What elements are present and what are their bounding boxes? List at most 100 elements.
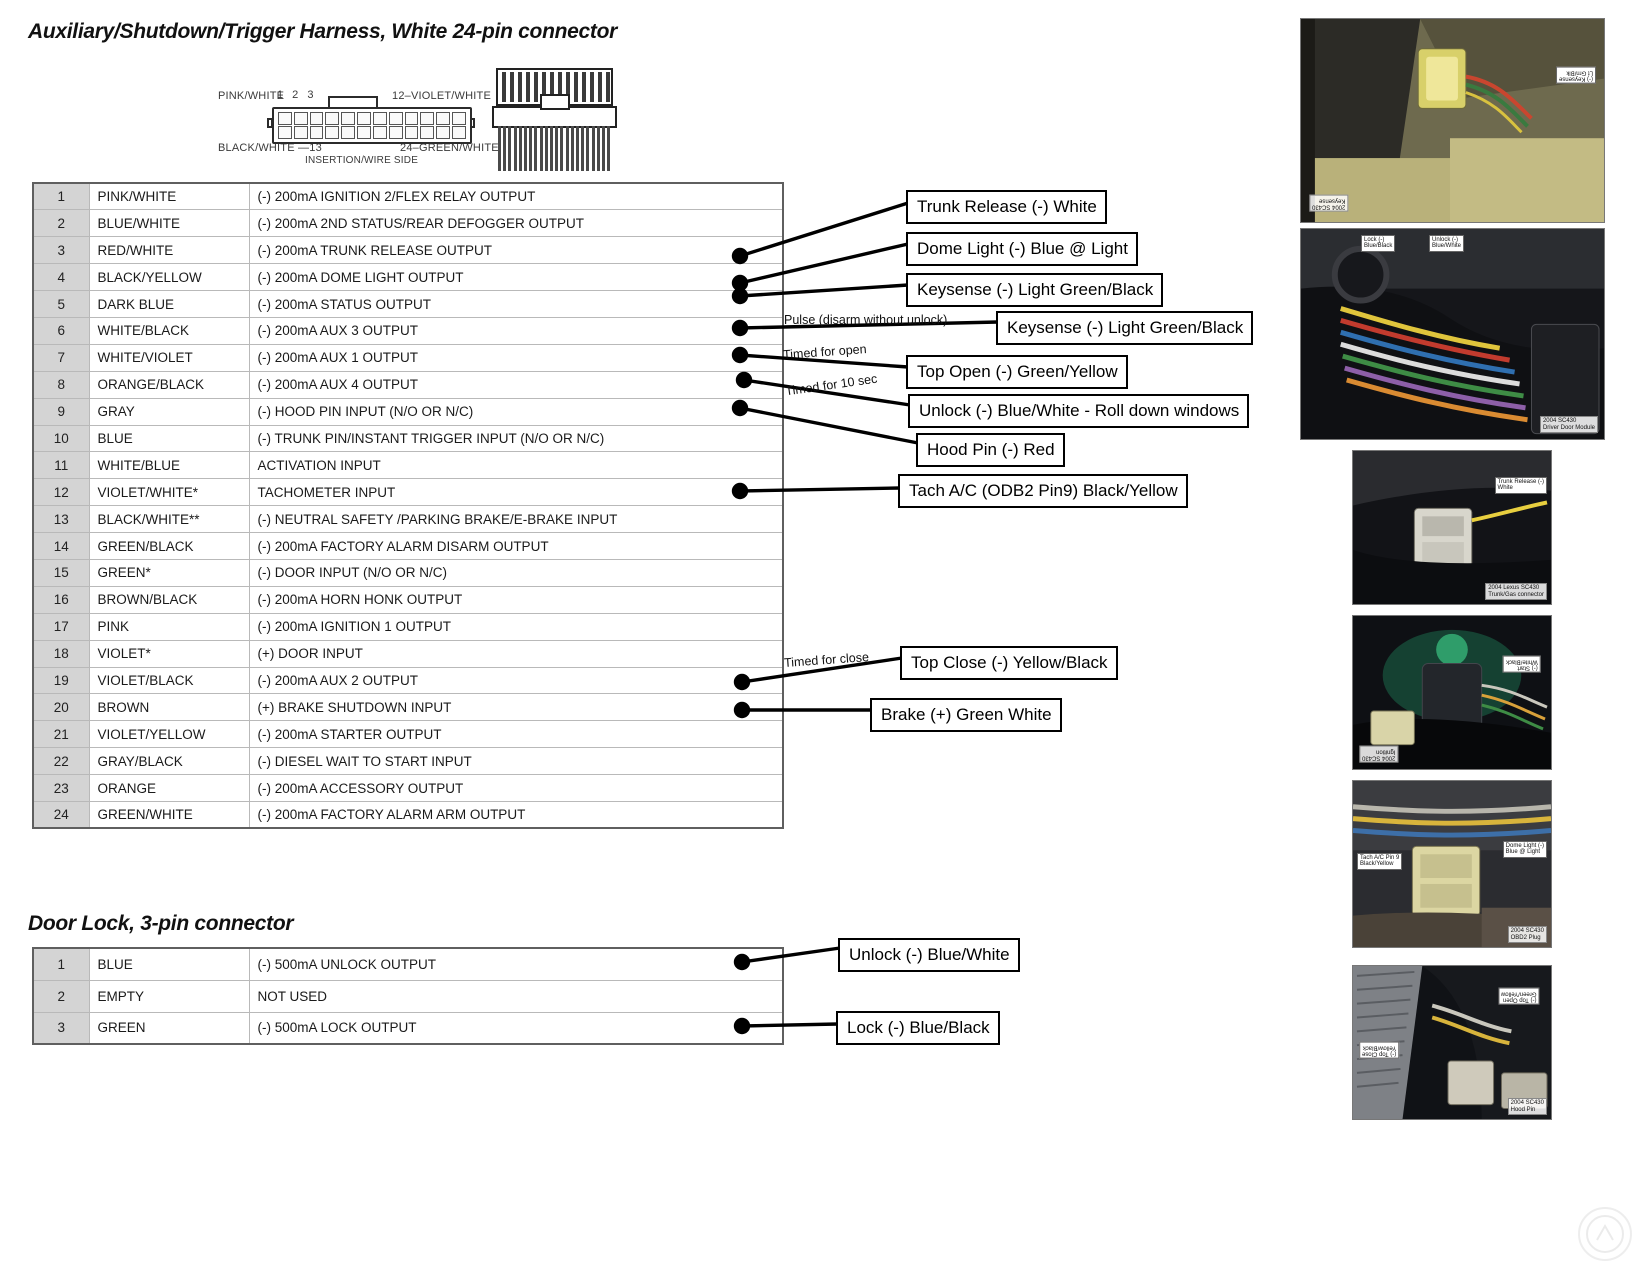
door-table-wire-color: GREEN bbox=[88, 1011, 250, 1045]
door-wire-table: 1 BLUE (-) 500mA UNLOCK OUTPUT 2 EMPTY NOT US… bbox=[32, 947, 784, 1045]
aux-table-wire-color: GREEN/BLACK bbox=[88, 532, 250, 560]
callout-unlock-roll-down: Unlock (-) Blue/White - Roll down window… bbox=[908, 394, 1250, 428]
photo-trunk-caption: 2004 Lexus SC430 Trunk/Gas connector bbox=[1485, 583, 1547, 600]
connector-pinout-diagram: PINK/WHITE 1 2 3 12–VIOLET/WHITE BLACK/W… bbox=[200, 60, 620, 173]
aux-table-description: (-) 200mA ACCESSORY OUTPUT bbox=[248, 774, 784, 802]
aux-table-description: (-) 200mA FACTORY ALARM ARM OUTPUT bbox=[248, 800, 784, 829]
aux-table-row: 13 BLACK/WHITE** (-) NEUTRAL SAFETY /PARKI… bbox=[32, 505, 784, 534]
aux-table-wire-color: ORANGE bbox=[88, 774, 250, 802]
connector-pin-cell bbox=[325, 112, 340, 125]
connector-pin-cell bbox=[325, 126, 340, 139]
photo-keysense-caption: 2004 SC430 Keysense bbox=[1309, 195, 1349, 212]
connector-side-wires bbox=[496, 126, 613, 173]
aux-table-wire-color: BROWN/BLACK bbox=[88, 585, 250, 614]
connector-pin-cell bbox=[420, 112, 435, 125]
aux-table-row: 17 PINK (-) 200mA IGNITION 1 OUTPUT bbox=[32, 612, 784, 641]
door-table-row: 2 EMPTY NOT USED bbox=[32, 979, 784, 1013]
aux-table-row: 11 WHITE/BLUE ACTIVATION INPUT bbox=[32, 451, 784, 480]
connector-housing bbox=[272, 107, 472, 144]
aux-table-wire-color: RED/WHITE bbox=[88, 236, 250, 265]
photo-trunk-image bbox=[1353, 451, 1551, 604]
photo-door-module-tag-lock: Lock (-) Blue/Black bbox=[1361, 235, 1396, 252]
door-table-row: 3 GREEN (-) 500mA LOCK OUTPUT bbox=[32, 1011, 784, 1045]
photo-ignition-tag: (-) Start White/Black bbox=[1503, 656, 1541, 673]
callout-brake: Brake (+) Green White bbox=[870, 698, 1062, 732]
door-table-wire-color: BLUE bbox=[88, 947, 250, 981]
aux-table-description: (-) 200mA AUX 3 OUTPUT bbox=[248, 316, 784, 345]
aux-table-pin-number: 18 bbox=[32, 639, 90, 668]
aux-table-wire-color: DARK BLUE bbox=[88, 290, 250, 318]
connector-pin-cell bbox=[309, 126, 324, 139]
callout-lock: Lock (-) Blue/Black bbox=[836, 1011, 1000, 1045]
callout-tach: Tach A/C (ODB2 Pin9) Black/Yellow bbox=[898, 474, 1188, 508]
aux-table-wire-color: PINK/WHITE bbox=[88, 182, 250, 211]
aux-table-description: (-) 200mA AUX 4 OUTPUT bbox=[248, 370, 784, 399]
aux-table-pin-number: 14 bbox=[32, 532, 90, 560]
photo-obd2-tag-tach: Tach A/C Pin 9 Black/Yellow bbox=[1357, 853, 1403, 870]
aux-wire-table: 1 PINK/WHITE (-) 200mA IGNITION 2/FLEX REL… bbox=[32, 182, 784, 830]
wiring-diagram-page: Auxiliary/Shutdown/Trigger Harness, Whit… bbox=[0, 0, 1650, 1275]
aux-table-pin-number: 2 bbox=[32, 209, 90, 238]
photo-keysense: (-) Keysense Lt Grn/Blk 2004 SC430 Keyse… bbox=[1300, 18, 1605, 223]
connector-caption: INSERTION/WIRE SIDE bbox=[305, 155, 419, 166]
photo-obd2-caption: 2004 SC430 OBD2 Plug bbox=[1507, 926, 1547, 943]
aux-table-pin-number: 22 bbox=[32, 747, 90, 776]
door-table-wire-color: EMPTY bbox=[88, 979, 250, 1013]
connector-pin-row-top bbox=[278, 112, 466, 125]
photo-trunk: Trunk Release (-) White 2004 Lexus SC430… bbox=[1352, 450, 1552, 605]
aux-table-row: 19 VIOLET/BLACK (-) 200mA AUX 2 OUTPUT bbox=[32, 666, 784, 695]
aux-table-row: 9 GRAY (-) HOOD PIN INPUT (N/O OR N/C) bbox=[32, 397, 784, 426]
aux-table-pin-number: 13 bbox=[32, 505, 90, 534]
aux-table-wire-color: GRAY bbox=[88, 397, 250, 426]
aux-table-wire-color: VIOLET/WHITE* bbox=[88, 478, 250, 507]
callout-hood-pin: Hood Pin (-) Red bbox=[916, 433, 1065, 467]
connector-pin-cell bbox=[293, 112, 308, 125]
aux-table-wire-color: VIOLET* bbox=[88, 639, 250, 668]
aux-table-description: (-) 200mA DOME LIGHT OUTPUT bbox=[248, 263, 784, 292]
connector-pin-cell bbox=[372, 112, 387, 125]
leader-note-timed-open: Timed for open bbox=[782, 342, 867, 362]
photo-ignition-caption: 2004 SC430 Ignition bbox=[1359, 746, 1399, 763]
callout-top-close: Top Close (-) Yellow/Black bbox=[900, 646, 1118, 680]
connector-pin-cell bbox=[436, 126, 451, 139]
connector-pin-cell bbox=[341, 126, 356, 139]
aux-table-pin-number: 7 bbox=[32, 343, 90, 372]
aux-table-description: (+) BRAKE SHUTDOWN INPUT bbox=[248, 693, 784, 722]
aux-table-pin-number: 10 bbox=[32, 424, 90, 453]
callout-keysense-2: Keysense (-) Light Green/Black bbox=[996, 311, 1254, 345]
aux-table-row: 23 ORANGE (-) 200mA ACCESSORY OUTPUT bbox=[32, 774, 784, 802]
connector-pin-cell bbox=[388, 126, 403, 139]
door-table-row: 1 BLUE (-) 500mA UNLOCK OUTPUT bbox=[32, 947, 784, 981]
aux-table-wire-color: BLACK/YELLOW bbox=[88, 263, 250, 292]
aux-table-wire-color: BLUE/WHITE bbox=[88, 209, 250, 238]
aux-table-description: (-) 200mA AUX 2 OUTPUT bbox=[248, 666, 784, 695]
aux-table-description: (-) 200mA HORN HONK OUTPUT bbox=[248, 585, 784, 614]
connector-pin12-number: 12 bbox=[392, 90, 405, 102]
aux-table-wire-color: WHITE/VIOLET bbox=[88, 343, 250, 372]
aux-table-row: 14 GREEN/BLACK (-) 200mA FACTORY ALARM DIS… bbox=[32, 532, 784, 560]
photo-obd2: Tach A/C Pin 9 Black/Yellow Dome Light (… bbox=[1352, 780, 1552, 948]
connector-pin-cell bbox=[388, 112, 403, 125]
connector-pin-cell bbox=[404, 112, 419, 125]
door-table-description: (-) 500mA LOCK OUTPUT bbox=[248, 1011, 784, 1045]
leader-note-pulse: Pulse (disarm without unlock) bbox=[784, 313, 948, 327]
aux-table-row: 22 GRAY/BLACK (-) DIESEL WAIT TO START INP… bbox=[32, 747, 784, 776]
aux-table-pin-number: 3 bbox=[32, 236, 90, 265]
aux-table-description: (-) HOOD PIN INPUT (N/O OR N/C) bbox=[248, 397, 784, 426]
connector-pin-cell bbox=[293, 126, 308, 139]
aux-table-row: 1 PINK/WHITE (-) 200mA IGNITION 2/FLEX REL… bbox=[32, 182, 784, 211]
connector-pin-cell bbox=[452, 126, 466, 139]
watermark-icon bbox=[1586, 1215, 1624, 1253]
callout-keysense-1: Keysense (-) Light Green/Black bbox=[906, 273, 1164, 307]
aux-table-pin-number: 6 bbox=[32, 316, 90, 345]
door-table-pin-number: 1 bbox=[32, 947, 90, 981]
photo-engine-caption: 2004 SC430 Hood Pin bbox=[1507, 1098, 1547, 1115]
aux-table-wire-color: VIOLET/YELLOW bbox=[88, 720, 250, 749]
aux-table-pin-number: 12 bbox=[32, 478, 90, 507]
aux-table-row: 5 DARK BLUE (-) 200mA STATUS OUTPUT bbox=[32, 290, 784, 318]
aux-table-pin-number: 17 bbox=[32, 612, 90, 641]
callout-top-open: Top Open (-) Green/Yellow bbox=[906, 355, 1128, 389]
aux-table-wire-color: ORANGE/BLACK bbox=[88, 370, 250, 399]
connector-pin-cell bbox=[404, 126, 419, 139]
callout-trunk-release: Trunk Release (-) White bbox=[906, 190, 1107, 224]
